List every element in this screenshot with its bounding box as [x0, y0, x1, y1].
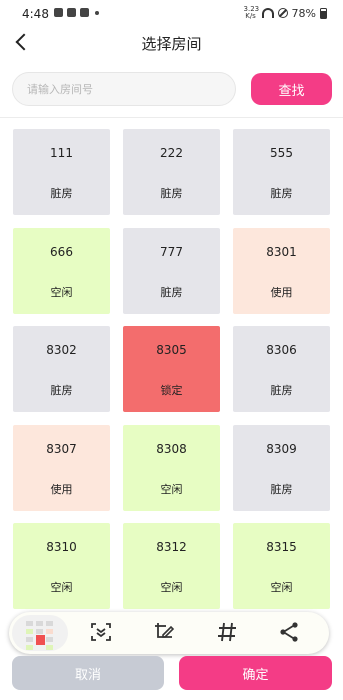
room-tile-8307[interactable]: 8307 使用: [13, 425, 110, 511]
room-number: 555: [270, 146, 293, 160]
search-button[interactable]: 查找: [251, 73, 332, 105]
cancel-button[interactable]: 取消: [12, 656, 164, 690]
battery-icon: [320, 7, 327, 19]
page-header: 选择房间: [0, 28, 343, 58]
room-number: 8309: [266, 442, 297, 456]
room-status: 脏房: [270, 384, 293, 397]
room-status: 脏房: [270, 483, 293, 496]
room-tile-8301[interactable]: 8301 使用: [233, 228, 330, 314]
battery-percent: 78%: [291, 6, 316, 20]
status-time: 4:48: [22, 7, 49, 21]
room-status: 使用: [50, 483, 73, 496]
room-status: 空闲: [160, 483, 183, 496]
room-number: 222: [160, 146, 183, 160]
chat-icon: [67, 8, 76, 17]
room-tile-666[interactable]: 666 空闲: [13, 228, 110, 314]
room-status: 锁定: [160, 384, 183, 397]
app-notification-icon: [80, 8, 89, 17]
room-number: 8301: [266, 245, 297, 259]
share-icon[interactable]: [277, 620, 301, 644]
scroll-capture-icon[interactable]: [89, 620, 113, 644]
system-indicators: 3.23 K/s 78%: [244, 6, 327, 20]
room-tile-8315[interactable]: 8315 空闲: [233, 523, 330, 609]
no-signal-icon: [277, 8, 288, 18]
hashtag-icon[interactable]: [215, 620, 239, 644]
room-status: 空闲: [50, 581, 73, 594]
room-number: 777: [160, 245, 183, 259]
page-title: 选择房间: [141, 35, 202, 53]
room-status: 脏房: [160, 187, 183, 200]
room-number: 8312: [156, 540, 187, 554]
room-number: 666: [50, 245, 73, 259]
screenshot-thumbnail[interactable]: [12, 615, 68, 651]
room-number: 8310: [46, 540, 77, 554]
room-tile-8302[interactable]: 8302 脏房: [13, 326, 110, 412]
room-status: 空闲: [50, 286, 73, 299]
gallery-icon: [54, 8, 63, 17]
room-tile-111[interactable]: 111 脏房: [13, 129, 110, 215]
notification-icons: [54, 8, 99, 17]
room-number: 8305: [156, 343, 187, 357]
network-speed: 3.23 K/s: [243, 5, 260, 20]
room-status: 脏房: [50, 187, 73, 200]
room-number: 8302: [46, 343, 77, 357]
edit-crop-icon[interactable]: [152, 620, 176, 644]
screenshot-toolbar: [9, 612, 329, 654]
room-search-input[interactable]: [12, 72, 236, 106]
room-tile-8308[interactable]: 8308 空闲: [123, 425, 220, 511]
wifi-icon: [261, 8, 274, 18]
room-status: 脏房: [50, 384, 73, 397]
confirm-button[interactable]: 确定: [179, 656, 332, 690]
room-tile-8306[interactable]: 8306 脏房: [233, 326, 330, 412]
room-tile-555[interactable]: 555 脏房: [233, 129, 330, 215]
room-status: 空闲: [270, 581, 293, 594]
room-status: 空闲: [160, 581, 183, 594]
room-status: 使用: [270, 286, 293, 299]
room-number: 8315: [266, 540, 297, 554]
room-tile-8312[interactable]: 8312 空闲: [123, 523, 220, 609]
room-status: 脏房: [160, 286, 183, 299]
room-number: 8307: [46, 442, 77, 456]
room-number: 8306: [266, 343, 297, 357]
status-bar: 4:48 3.23 K/s 78%: [0, 0, 343, 28]
room-tile-222[interactable]: 222 脏房: [123, 129, 220, 215]
room-tile-8305[interactable]: 8305 锁定: [123, 326, 220, 412]
room-tile-8310[interactable]: 8310 空闲: [13, 523, 110, 609]
more-notifications-icon: [95, 10, 99, 15]
room-number: 111: [50, 146, 73, 160]
room-status: 脏房: [270, 187, 293, 200]
room-tile-8309[interactable]: 8309 脏房: [233, 425, 330, 511]
room-number: 8308: [156, 442, 187, 456]
room-tile-777[interactable]: 777 脏房: [123, 228, 220, 314]
divider: [0, 117, 343, 118]
